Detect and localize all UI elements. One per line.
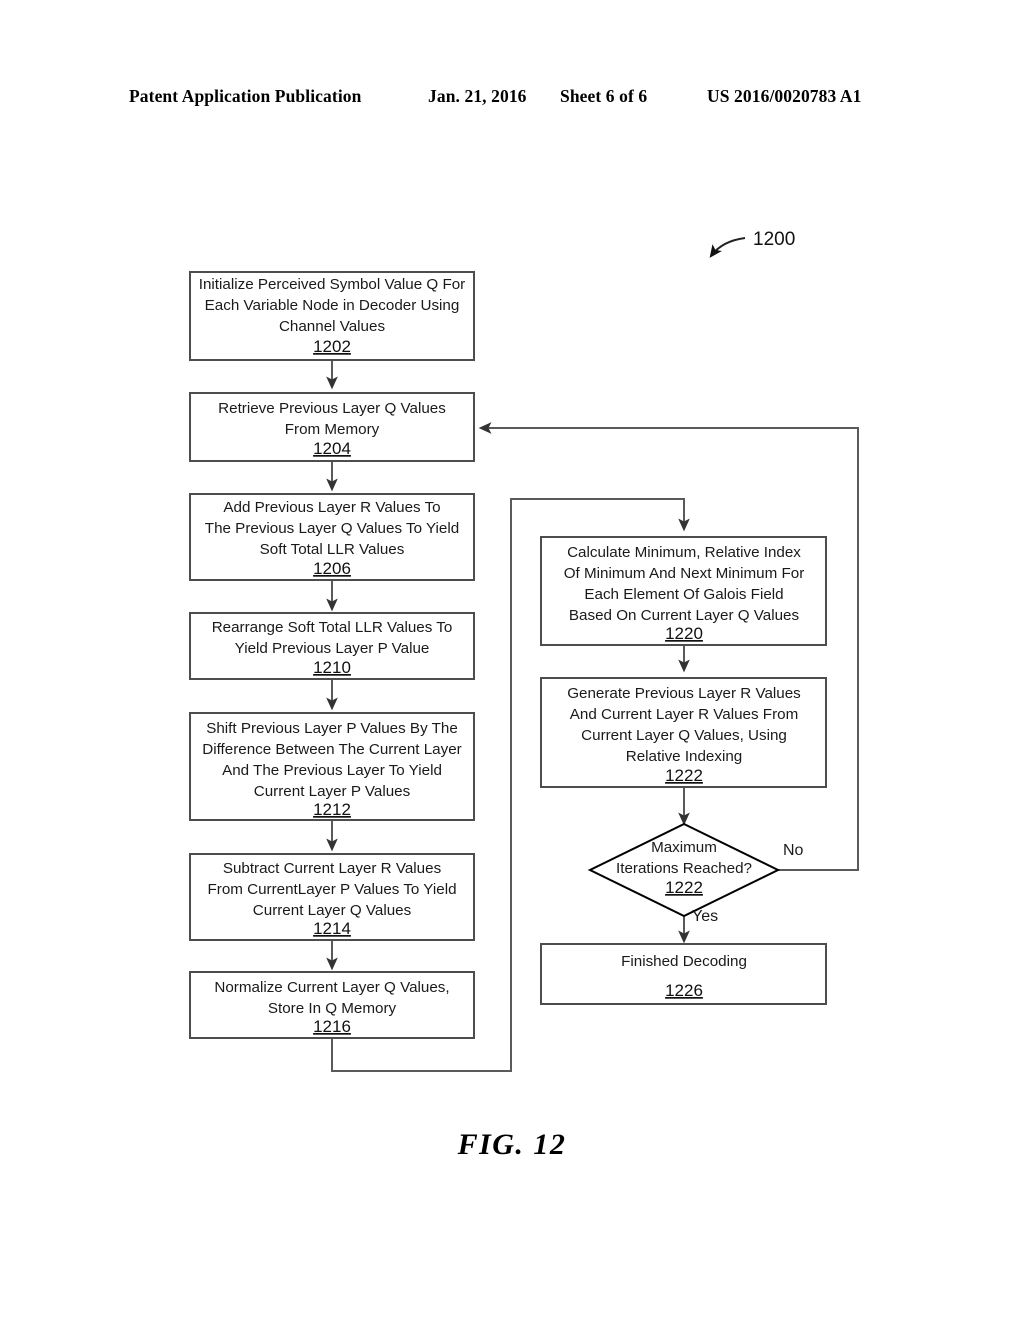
flow-node-1210[interactable]: Rearrange Soft Total LLR Values To Yield… [189, 612, 475, 680]
flow-node-1206[interactable]: Add Previous Layer R Values To The Previ… [189, 493, 475, 581]
decision-line-2: Iterations Reached? [616, 860, 752, 877]
node-1212-line-2: Difference Between The Current Layer [202, 741, 461, 758]
node-1220-ref: 1220 [665, 624, 703, 643]
node-1214-line-3: Current Layer Q Values [253, 902, 412, 919]
flow-node-decision-max-iterations[interactable]: Maximum Iterations Reached? 1222 [587, 822, 781, 918]
node-1220-line-2: Of Minimum And Next Minimum For [564, 565, 805, 582]
node-1206-line-1: Add Previous Layer R Values To [223, 499, 440, 516]
node-1206-line-3: Soft Total LLR Values [260, 541, 405, 558]
figure-reference-leader: 1200 [709, 229, 795, 258]
node-1210-line-1: Rearrange Soft Total LLR Values To [212, 619, 453, 636]
node-1210-line-2: Yield Previous Layer P Value [235, 640, 430, 657]
node-1226-ref: 1226 [665, 981, 703, 1000]
flow-node-1212[interactable]: Shift Previous Layer P Values By The Dif… [189, 712, 475, 821]
flowchart-diagram: Initialize Perceived Symbol Value Q For … [189, 229, 859, 1072]
node-1226-line-1: Finished Decoding [621, 953, 747, 970]
figure-ref-1200: 1200 [753, 229, 795, 250]
node-1220-line-3: Each Element Of Galois Field [584, 586, 783, 603]
flow-node-1220[interactable]: Calculate Minimum, Relative Index Of Min… [540, 536, 827, 646]
node-1204-line-2: From Memory [285, 421, 380, 438]
node-1204-ref: 1204 [313, 439, 351, 458]
node-1216-line-1: Normalize Current Layer Q Values, [214, 979, 449, 996]
flow-node-1202[interactable]: Initialize Perceived Symbol Value Q For … [189, 271, 475, 361]
flow-node-1214[interactable]: Subtract Current Layer R Values From Cur… [189, 853, 475, 941]
flow-node-1226[interactable]: Finished Decoding 1226 [540, 943, 827, 1005]
node-1212-line-3: And The Previous Layer To Yield [222, 762, 442, 779]
flow-node-1222-generate[interactable]: Generate Previous Layer R Values And Cur… [540, 677, 827, 788]
edge-label-yes: Yes [692, 908, 718, 925]
flow-node-1216[interactable]: Normalize Current Layer Q Values, Store … [189, 971, 475, 1039]
node-1204-line-1: Retrieve Previous Layer Q Values [218, 400, 446, 417]
node-1210-ref: 1210 [313, 658, 351, 677]
node-1220-line-1: Calculate Minimum, Relative Index [567, 544, 801, 561]
node-1202-line-1: Initialize Perceived Symbol Value Q For [199, 276, 465, 293]
node-1222-line-2: And Current Layer R Values From [570, 706, 798, 723]
decision-line-1: Maximum [651, 839, 717, 856]
node-1206-ref: 1206 [313, 559, 351, 578]
node-1216-line-2: Store In Q Memory [268, 1000, 397, 1017]
connector-decision-no-to-1204 [478, 422, 859, 871]
node-1222-line-4: Relative Indexing [626, 748, 743, 765]
node-1220-line-4: Based On Current Layer Q Values [569, 607, 800, 624]
node-1214-ref: 1214 [313, 919, 351, 938]
node-1216-ref: 1216 [313, 1017, 351, 1036]
node-1214-line-1: Subtract Current Layer R Values [223, 860, 442, 877]
decision-ref: 1222 [665, 878, 703, 897]
node-1222-ref: 1222 [665, 766, 703, 785]
node-1202-line-3: Channel Values [279, 318, 386, 335]
node-1212-ref: 1212 [313, 800, 351, 819]
node-1222-line-1: Generate Previous Layer R Values [567, 685, 801, 702]
node-1202-ref: 1202 [313, 337, 351, 356]
leader-line-1200 [709, 237, 746, 258]
flow-node-1204[interactable]: Retrieve Previous Layer Q Values From Me… [189, 392, 475, 462]
node-1212-line-1: Shift Previous Layer P Values By The [206, 720, 458, 737]
edge-label-no: No [783, 842, 804, 859]
node-1202-line-2: Each Variable Node in Decoder Using [205, 297, 460, 314]
figure-caption: FIG. 12 [457, 1128, 567, 1161]
node-1206-line-2: The Previous Layer Q Values To Yield [205, 520, 459, 537]
node-1222-line-3: Current Layer Q Values, Using [581, 727, 787, 744]
node-1214-line-2: From CurrentLayer P Values To Yield [207, 881, 456, 898]
node-1212-line-4: Current Layer P Values [254, 783, 411, 800]
